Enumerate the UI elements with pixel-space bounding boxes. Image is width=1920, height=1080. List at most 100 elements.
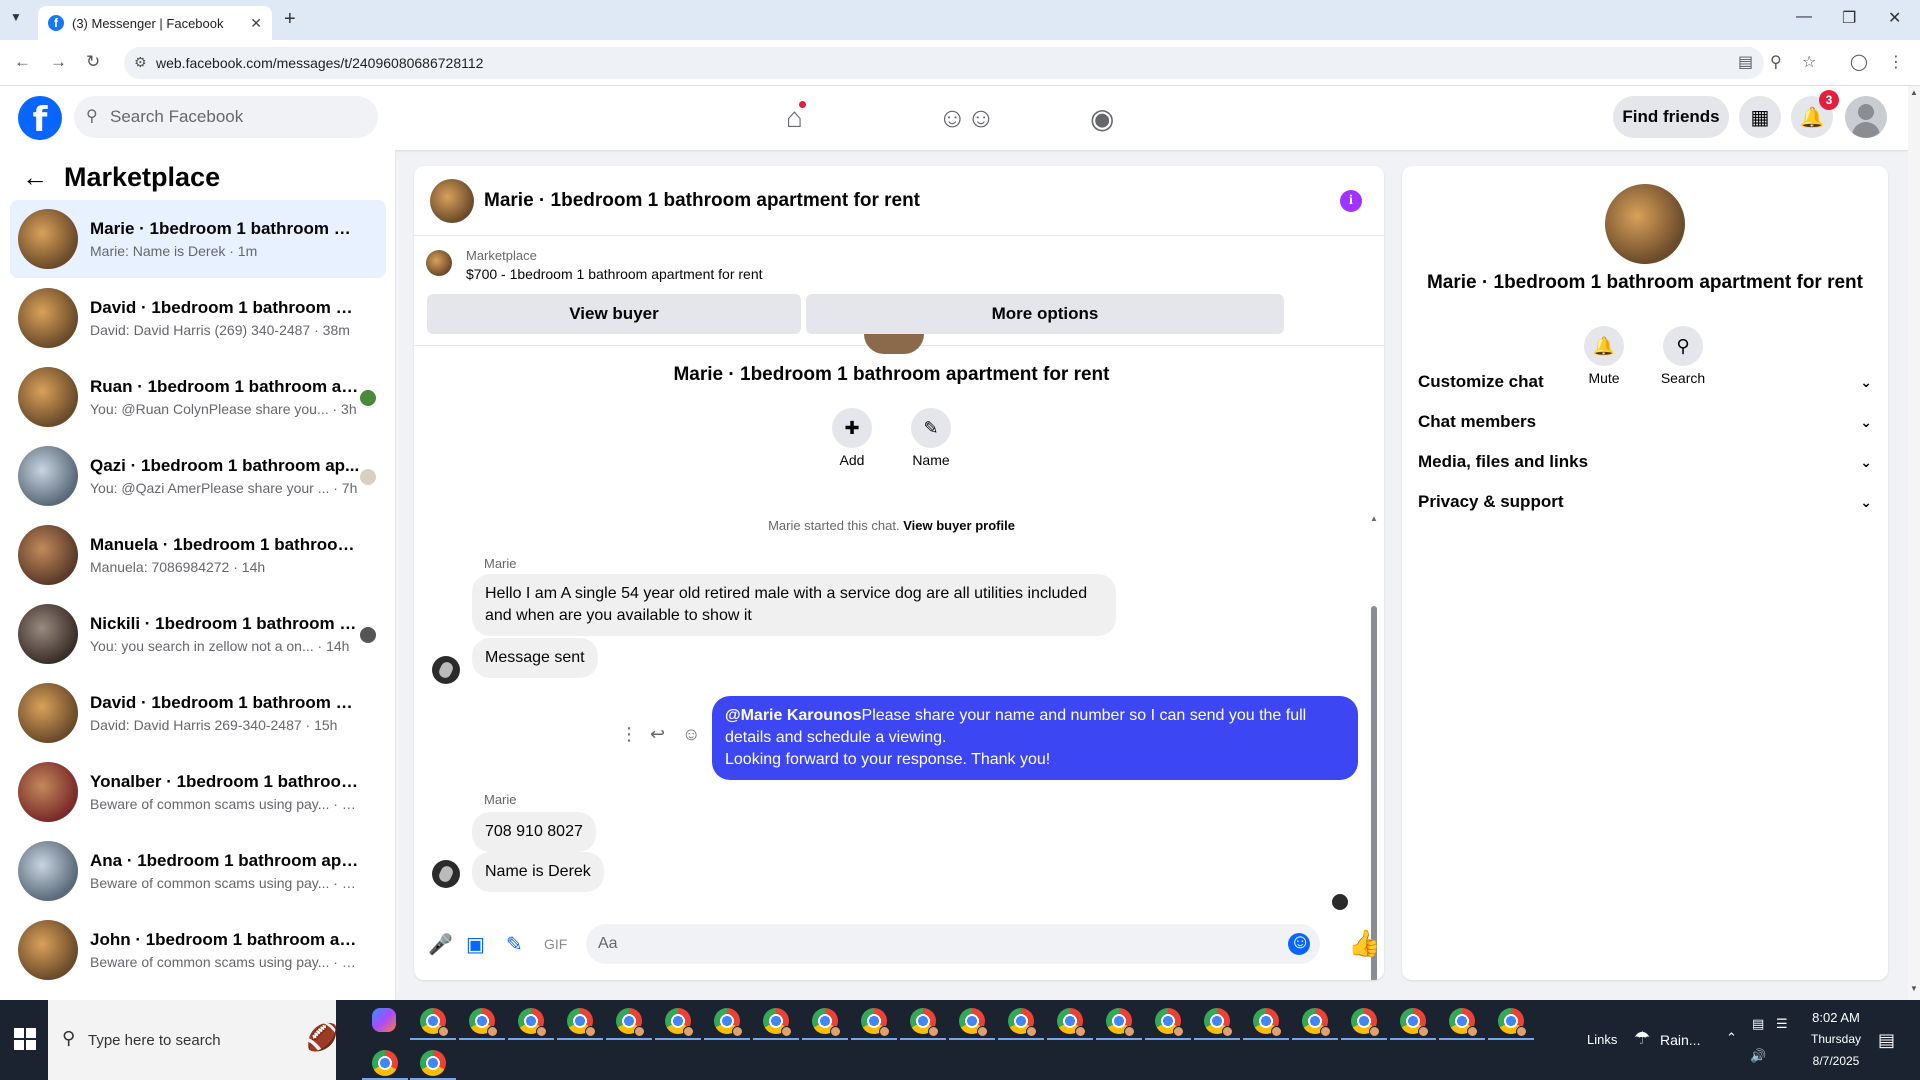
chrome-window-icon[interactable] — [518, 1008, 547, 1037]
conversation-item[interactable]: Yonalber · 1bedroom 1 bathroom a... Bewar… — [10, 753, 386, 831]
gif-icon[interactable]: GIF — [544, 936, 567, 952]
add-person-icon[interactable]: ✚ — [832, 408, 872, 448]
chrome-window-icon[interactable] — [861, 1008, 890, 1037]
chrome-window-icon[interactable] — [616, 1008, 645, 1037]
minimize-icon[interactable]: — — [1796, 8, 1812, 26]
home-icon[interactable]: ⌂ — [786, 100, 807, 134]
chrome-window-icon[interactable] — [1253, 1008, 1282, 1037]
clock-date[interactable]: 8/7/2025 — [1800, 1054, 1872, 1068]
more-options-button[interactable]: More options — [806, 294, 1284, 334]
profile-icon[interactable]: ◯ — [1850, 52, 1868, 72]
chrome-window-icon[interactable] — [372, 1050, 398, 1076]
restore-icon[interactable]: ❐ — [1842, 8, 1856, 28]
chrome-window-icon[interactable] — [1498, 1008, 1527, 1037]
conversation-item[interactable]: Qazi · 1bedroom 1 bathroom ap... You: @Qa… — [10, 437, 386, 515]
chrome-window-icon[interactable] — [714, 1008, 743, 1037]
links-toolbar[interactable]: Links — [1587, 1032, 1617, 1047]
taskbar-search-input[interactable]: ⚲ Type here to search 🏈 — [48, 1000, 338, 1080]
show-hidden-icons-chevron-icon[interactable]: ⌃ — [1726, 1030, 1737, 1046]
more-icon[interactable]: ⋮ — [620, 724, 638, 745]
photo-icon[interactable]: ▣ — [466, 932, 485, 957]
notifications-bell-icon[interactable]: 🔔 3 — [1791, 90, 1839, 138]
listing-price[interactable]: $700 - 1bedroom 1 bathroom apartment for… — [466, 266, 763, 282]
window-close-icon[interactable]: ✕ — [1888, 8, 1901, 28]
clock-day[interactable]: Thursday — [1800, 1032, 1872, 1046]
back-arrow-icon[interactable]: ← — [14, 52, 31, 72]
chrome-window-icon[interactable] — [1449, 1008, 1478, 1037]
meet-now-icon[interactable]: ▤ — [1752, 1016, 1764, 1032]
new-tab-icon[interactable]: + — [284, 8, 296, 31]
info-section[interactable]: Customize chat ⌄ — [1418, 362, 1872, 402]
message-bubble[interactable]: Message sent — [472, 638, 598, 678]
mention[interactable]: @Marie Karounos — [725, 707, 862, 724]
conversation-item[interactable]: Nickili · 1bedroom 1 bathroom a... You: y… — [10, 595, 386, 673]
sender-avatar[interactable] — [432, 656, 460, 684]
weather-umbrella-icon[interactable]: ☂ — [1634, 1028, 1650, 1049]
windows-start-icon[interactable] — [14, 1028, 36, 1050]
edit-name-icon[interactable]: ✎ — [911, 408, 951, 448]
site-settings-icon[interactable]: ⚙ — [134, 54, 147, 71]
view-buyer-profile-link[interactable]: View buyer profile — [903, 518, 1015, 533]
install-app-icon[interactable]: ▤ — [1738, 52, 1753, 72]
copilot-icon[interactable] — [372, 1008, 396, 1032]
page-scrollbar[interactable]: ▲ ▼ — [1908, 86, 1920, 1000]
browser-tab[interactable]: f (3) Messenger | Facebook ✕ — [38, 6, 272, 40]
chrome-window-icon[interactable] — [1155, 1008, 1184, 1037]
view-buyer-button[interactable]: View buyer — [427, 294, 801, 334]
sticker-icon[interactable]: ✎ — [506, 932, 523, 957]
url-field[interactable]: ⚙ web.facebook.com/messages/t/2409608068… — [124, 47, 1764, 79]
conversation-item[interactable]: Marie · 1bedroom 1 bathroom apa... Marie:… — [10, 200, 386, 278]
message-bubble[interactable]: 708 910 8027 — [472, 812, 596, 852]
sender-avatar[interactable] — [432, 860, 460, 888]
listing-thumbnail[interactable] — [426, 250, 452, 276]
clock-time[interactable]: 8:02 AM — [1806, 1010, 1866, 1025]
friends-icon[interactable]: ☺☺ — [938, 102, 995, 134]
thumbs-up-icon[interactable]: 👍 — [1348, 928, 1380, 959]
my-message-bubble[interactable]: @Marie KarounosPlease share your name an… — [712, 696, 1358, 780]
react-icon[interactable]: ☺ — [682, 724, 700, 745]
scroll-up-icon[interactable]: ▲ — [1910, 88, 1918, 97]
browser-menu-icon[interactable]: ⋮ — [1888, 52, 1904, 72]
zoom-icon[interactable]: ⚲ — [1770, 52, 1782, 72]
message-bubble[interactable]: Name is Derek — [472, 852, 604, 892]
network-wifi-icon[interactable]: ☰ — [1776, 1016, 1788, 1032]
conversation-item[interactable]: John · 1bedroom 1 bathroom apart... Bewar… — [10, 911, 386, 989]
mute-bell-icon[interactable]: 🔔 — [1584, 326, 1624, 366]
scroll-up-icon[interactable]: ▲ — [1370, 514, 1378, 523]
chrome-window-icon[interactable] — [910, 1008, 939, 1037]
reload-icon[interactable]: ↻ — [86, 52, 100, 72]
chrome-window-icon[interactable] — [763, 1008, 792, 1037]
notifications-icon[interactable]: ▤ — [1878, 1030, 1895, 1051]
chrome-window-icon[interactable] — [1057, 1008, 1086, 1037]
scroll-down-icon[interactable]: ▼ — [1910, 984, 1918, 993]
tab-search-chevron-icon[interactable]: ▼ — [10, 10, 22, 24]
chrome-window-icon[interactable] — [1204, 1008, 1233, 1037]
info-section[interactable]: Privacy & support ⌄ — [1418, 482, 1872, 522]
weather-text[interactable]: Rain... — [1660, 1032, 1700, 1048]
info-icon[interactable]: i — [1340, 190, 1362, 212]
conversation-item[interactable]: David · 1bedroom 1 bathroom apa... David:… — [10, 674, 386, 752]
conversation-item[interactable]: Ana · 1bedroom 1 bathroom apart... Beware… — [10, 832, 386, 910]
account-avatar[interactable] — [1845, 96, 1887, 138]
search-icon[interactable]: ⚲ — [1663, 326, 1703, 366]
facebook-search-input[interactable]: ⚲ Search Facebook — [74, 96, 378, 138]
groups-icon[interactable]: ◉ — [1090, 102, 1114, 135]
chrome-window-icon[interactable] — [1400, 1008, 1429, 1037]
volume-icon[interactable]: 🔊 — [1750, 1048, 1766, 1064]
chrome-window-icon[interactable] — [469, 1008, 498, 1037]
conversation-item[interactable]: Manuela · 1bedroom 1 bathroom a... Manuel… — [10, 516, 386, 594]
info-section[interactable]: Media, files and links ⌄ — [1418, 442, 1872, 482]
chrome-window-icon[interactable] — [420, 1008, 449, 1037]
chrome-window-icon[interactable] — [1351, 1008, 1380, 1037]
forward-arrow-icon[interactable]: → — [50, 52, 67, 72]
chrome-window-icon[interactable] — [959, 1008, 988, 1037]
microphone-icon[interactable]: 🎤 — [428, 932, 453, 957]
chrome-window-icon[interactable] — [1302, 1008, 1331, 1037]
emoji-icon[interactable] — [1288, 931, 1310, 955]
conversation-item[interactable]: Ruan · 1bedroom 1 bathroom ap... You: @Ru… — [10, 358, 386, 436]
chat-scrollbar[interactable]: ▲ ▼ — [1370, 366, 1378, 980]
message-input[interactable]: Aa — [586, 924, 1320, 964]
facebook-logo-icon[interactable]: f — [18, 96, 62, 140]
tab-close-icon[interactable]: ✕ — [250, 15, 262, 32]
chrome-window-icon[interactable] — [812, 1008, 841, 1037]
